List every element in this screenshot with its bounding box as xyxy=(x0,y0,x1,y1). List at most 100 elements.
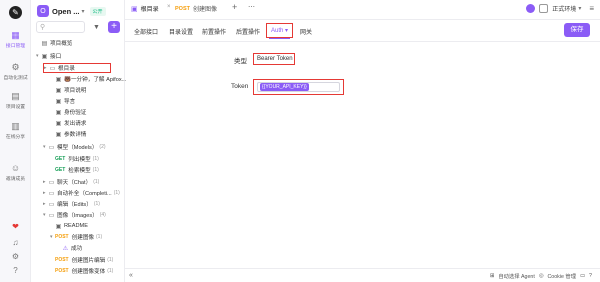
sidebar: O Open ... ▾ 公开 ⚲ ▼ + ▤ 项目概览 ▾ ▣ 接口 ▸ ▭ 根目录 ▣ 🐻一分… xyxy=(31,0,127,282)
tree-item[interactable]: ▾ ▭ 图像（Images） (4) xyxy=(43,210,106,220)
heart-icon[interactable]: ❤ xyxy=(0,222,31,231)
tree-item-label: 项目说明 xyxy=(64,88,87,94)
rail-item-label: 在线分享 xyxy=(5,135,26,140)
method-badge: POST xyxy=(175,5,190,12)
tab-create-image[interactable]: POST 创建图像 xyxy=(175,4,217,14)
tree-item-label: 聊天（Chat） xyxy=(57,180,92,186)
tree-item-label: 列出模型 xyxy=(68,157,91,163)
tree-item[interactable]: ▾ ▣ 接口 xyxy=(36,51,61,61)
help-icon[interactable]: ? xyxy=(0,266,31,275)
tree-item[interactable]: ▣ 导言 xyxy=(50,96,76,106)
token-variable: {{YOUR_API_KEY}} xyxy=(260,83,309,91)
doc-icon: ▣ xyxy=(55,223,62,230)
folder-icon: ▭ xyxy=(49,65,56,72)
help-icon[interactable]: ? xyxy=(589,273,592,279)
invite-icon: ☺ xyxy=(10,163,21,173)
tree-item[interactable]: ▸ ▭ 编辑（Edits） (1) xyxy=(43,199,100,209)
tree-item-count: (1) xyxy=(113,190,120,196)
more-icon[interactable]: ⋯ xyxy=(248,3,255,11)
environment-selector[interactable]: 正式环境 ▾ ≡ xyxy=(526,4,594,13)
token-field[interactable]: {{YOUR_API_KEY}} xyxy=(253,79,344,95)
tree-item[interactable]: ▤ 项目概览 xyxy=(36,38,73,48)
tree-item[interactable]: ▣ 🐻一分钟，了解 Apifox... xyxy=(50,74,127,84)
tree-item-count: (1) xyxy=(107,268,114,274)
rail-item-share[interactable]: ▥ 在线分享 xyxy=(0,121,31,140)
tree-item[interactable]: ▣ README xyxy=(50,221,88,231)
rail-item-settings[interactable]: ▤ 项目设置 xyxy=(0,91,31,110)
public-badge: 公开 xyxy=(89,6,106,16)
save-button[interactable]: 保存 xyxy=(564,23,590,37)
rail-item-api[interactable]: ▦ 接口管理 xyxy=(0,30,31,49)
subtab-folder-settings[interactable]: 目录设置 xyxy=(169,27,193,36)
app-logo-icon[interactable]: ✎ xyxy=(9,6,22,19)
folder-icon: ▭ xyxy=(48,144,55,151)
tree-item-label: 导言 xyxy=(64,99,76,105)
collapse-sidebar-icon[interactable]: « xyxy=(129,272,133,279)
tree-item[interactable]: ▸ ▭ 聊天（Chat） (1) xyxy=(43,177,99,187)
tab-label: 创建图像 xyxy=(192,7,217,13)
tree-item[interactable]: ▣ 发出请求 xyxy=(50,118,87,128)
tab-label: 根目录 xyxy=(140,7,159,13)
tree-item-label: 🐻一分钟，了解 Apifox... xyxy=(64,77,127,83)
tab-bar: ▣ 根目录 × POST 创建图像 + ⋯ 正式环境 ▾ ≡ xyxy=(125,0,600,20)
tree-item-count: (2) xyxy=(99,144,106,150)
close-icon[interactable]: × xyxy=(167,4,171,10)
layout-icon[interactable]: ▭ xyxy=(580,273,585,279)
tab-root-folder[interactable]: ▣ 根目录 xyxy=(131,4,159,14)
tree-item[interactable]: POST 创建图片编辑 (1) xyxy=(50,255,113,265)
bell-icon[interactable]: ♫ xyxy=(0,238,31,247)
tree-item[interactable]: ▣ 参数详情 xyxy=(50,129,87,139)
method-badge: POST xyxy=(55,257,69,263)
subtab-pre-ops[interactable]: 前置操作 xyxy=(202,27,226,36)
method-badge: GET xyxy=(55,167,66,173)
subtab-post-ops[interactable]: 后置操作 xyxy=(236,27,260,36)
tree-item-label: 身份验证 xyxy=(64,110,87,116)
tree-item[interactable]: POST 创建图像变体 (1) xyxy=(50,266,113,276)
rail-item-label: 自动化测试 xyxy=(3,76,28,81)
subtab-gateway[interactable]: 网关 xyxy=(300,27,312,36)
rail-item-invite[interactable]: ☺ 邀请成员 xyxy=(0,163,31,182)
add-tab-button[interactable]: + xyxy=(232,2,237,12)
method-badge: GET xyxy=(55,156,66,162)
menu-icon[interactable]: ≡ xyxy=(589,4,594,13)
doc-icon: ▣ xyxy=(55,87,62,94)
auth-type-select[interactable]: Bearer Token xyxy=(253,53,295,65)
tree-item[interactable]: ▣ 项目说明 xyxy=(50,85,87,95)
divider xyxy=(125,41,600,42)
add-button[interactable]: + xyxy=(108,21,120,33)
case-icon: ⚠ xyxy=(62,245,69,252)
cookie-manager[interactable]: Cookie 管理 xyxy=(547,272,576,280)
share-icon: ▥ xyxy=(11,121,20,131)
doc-icon: ▣ xyxy=(55,109,62,116)
tree-item-count: (1) xyxy=(96,234,103,240)
tree-item-label: 模型（Models） xyxy=(57,145,98,151)
project-switcher[interactable]: O Open ... ▾ 公开 xyxy=(37,5,106,17)
sidebar-search-row: ⚲ ▼ + xyxy=(36,21,121,33)
project-avatar: O xyxy=(37,5,49,17)
agent-selector[interactable]: 自动选择 Agent xyxy=(498,272,535,280)
subtab-all-apis[interactable]: 全部接口 xyxy=(134,27,158,36)
subtab-auth[interactable]: Auth ▾ xyxy=(266,23,294,39)
gear-icon[interactable]: ⚙ xyxy=(0,252,31,261)
chevron-down-icon: ▾ xyxy=(578,6,582,12)
rail-item-test[interactable]: ⚙ 自动化测试 xyxy=(0,62,31,81)
tree-item[interactable]: ▾ ▭ 模型（Models） (2) xyxy=(43,142,106,152)
tree-item-label: 自动补全（Completi... xyxy=(57,191,112,197)
search-input[interactable]: ⚲ xyxy=(36,21,85,33)
tree-item-label: 创建图片编辑 xyxy=(71,258,106,264)
filter-icon[interactable]: ▼ xyxy=(91,22,102,33)
tree-item-label: 发出请求 xyxy=(64,121,87,127)
env-dot-icon xyxy=(526,4,536,13)
tree-item[interactable]: GET 检索模型 (1) xyxy=(50,165,99,175)
tree-item[interactable]: ⚠ 成功 xyxy=(57,243,82,253)
bottom-bar-right: ⊞ 自动选择 Agent ◎ Cookie 管理 ▭ ? xyxy=(486,272,592,280)
tree-item-count: (4) xyxy=(99,212,106,218)
tree-item[interactable]: ▣ 身份验证 xyxy=(50,107,87,117)
tree-item[interactable]: ▸ ▭ 自动补全（Completi... (1) xyxy=(43,188,120,198)
tree-item[interactable]: ▸ ▭ 根目录 xyxy=(43,63,111,73)
tree-item-count: (1) xyxy=(107,257,114,263)
tree-item[interactable]: ▾ POST 创建图像 (1) xyxy=(50,232,102,242)
token-input[interactable]: {{YOUR_API_KEY}} xyxy=(257,82,340,92)
tree-item[interactable]: GET 列出模型 (1) xyxy=(50,154,99,164)
tree-item-label: 创建图像 xyxy=(71,235,95,241)
